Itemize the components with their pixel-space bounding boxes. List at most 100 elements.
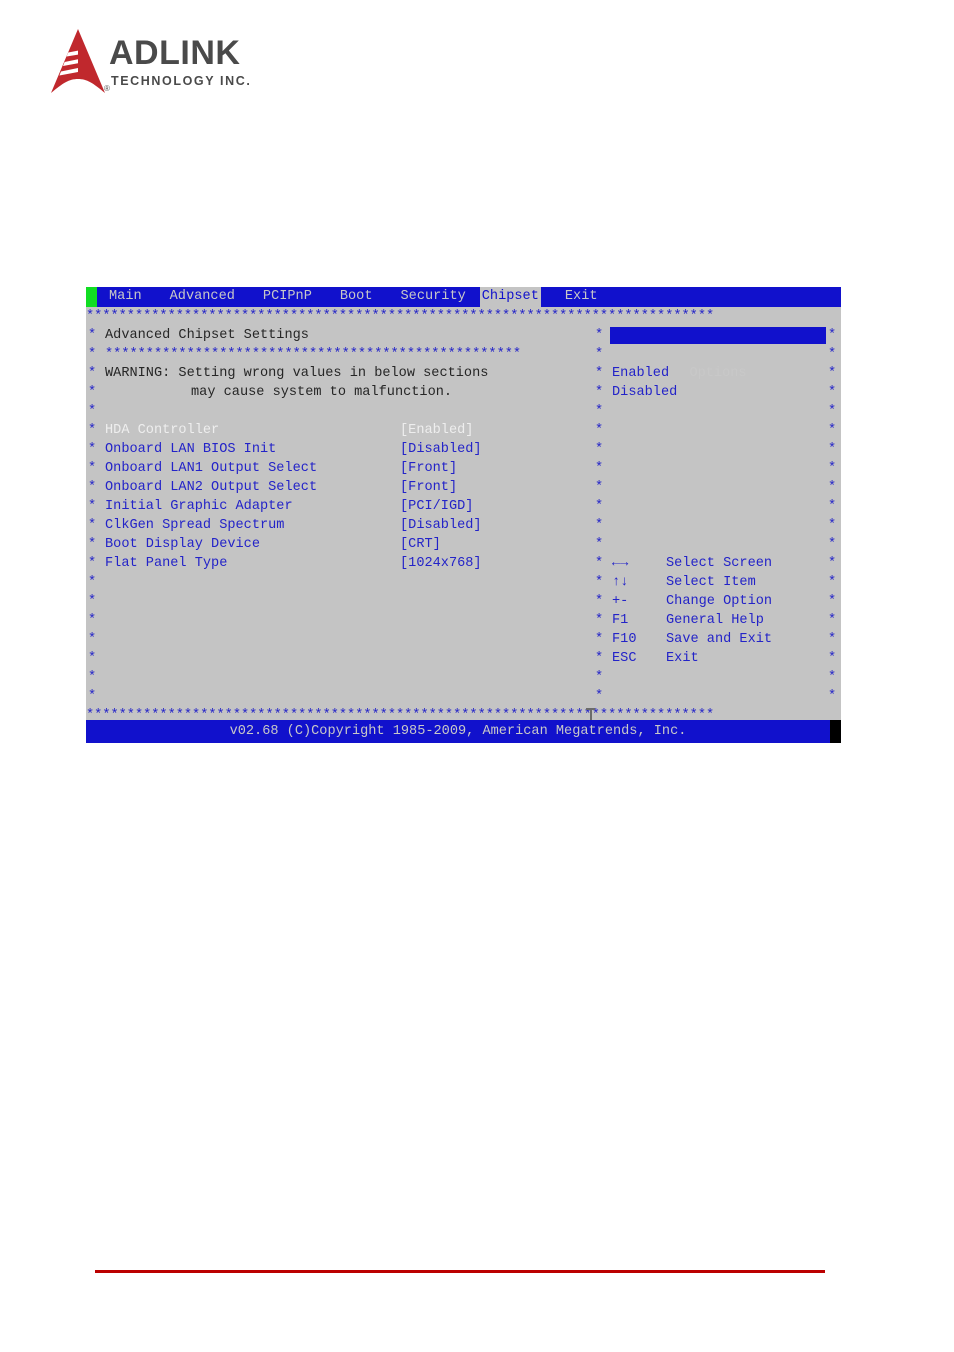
setting-value[interactable]: [Front] bbox=[400, 459, 457, 478]
border-star-mid: * bbox=[595, 499, 604, 514]
menu-cursor-marker bbox=[86, 287, 97, 307]
border-star-right: * bbox=[828, 366, 837, 381]
help-action: Save and Exit bbox=[666, 632, 773, 647]
setting-label: Onboard LAN1 Output Select bbox=[105, 461, 318, 476]
help-action: Select Item bbox=[666, 575, 756, 590]
bios-menu-bar: Main Advanced PCIPnP Boot Security Chips… bbox=[86, 287, 841, 307]
border-star-left: * bbox=[88, 442, 97, 457]
setting-label: Onboard LAN2 Output Select bbox=[105, 480, 318, 495]
border-star-right: * bbox=[828, 461, 837, 476]
setting-value[interactable]: [1024x768] bbox=[400, 554, 482, 573]
border-star-left: * bbox=[88, 632, 97, 647]
setting-row[interactable]: * ClkGen Spread Spectrum [Disabled] * * bbox=[86, 516, 841, 535]
menu-tab-boot[interactable]: Boot bbox=[326, 287, 387, 307]
help-key: +- bbox=[612, 594, 629, 609]
option-item-enabled[interactable]: Enabled bbox=[612, 364, 669, 383]
menu-tab-chipset[interactable]: Chipset bbox=[479, 287, 541, 307]
border-star-left: * bbox=[88, 347, 97, 362]
border-star-mid: * bbox=[595, 385, 604, 400]
border-star-mid: * bbox=[595, 670, 604, 685]
border-star-right: * bbox=[828, 499, 837, 514]
border-star-right: * bbox=[828, 480, 837, 495]
border-star-mid: * bbox=[595, 651, 604, 666]
menu-tab-main[interactable]: Main bbox=[97, 287, 156, 307]
setting-row[interactable]: * Initial Graphic Adapter [PCI/IGD] * * bbox=[86, 497, 841, 516]
help-key: ←→ bbox=[612, 556, 629, 571]
row-spacer: * * * bbox=[86, 402, 841, 421]
border-star-left: * bbox=[88, 461, 97, 476]
setting-label: HDA Controller bbox=[105, 423, 220, 438]
border-star-left: * bbox=[88, 385, 97, 400]
border-star-mid: * bbox=[595, 480, 604, 495]
help-key: F10 bbox=[612, 632, 637, 647]
border-star-left: * bbox=[88, 556, 97, 571]
setting-value[interactable]: [PCI/IGD] bbox=[400, 497, 473, 516]
border-star-right: * bbox=[828, 347, 837, 362]
options-panel-header: Options bbox=[610, 327, 826, 381]
menu-tab-pcipnp[interactable]: PCIPnP bbox=[249, 287, 326, 307]
help-legend-row: * * ↑↓ Select Item * bbox=[86, 573, 841, 592]
page-footer-rule bbox=[95, 1270, 825, 1273]
setting-row[interactable]: * Boot Display Device [CRT] * * bbox=[86, 535, 841, 554]
option-item-disabled[interactable]: Disabled bbox=[612, 383, 677, 402]
help-key: ESC bbox=[612, 651, 637, 666]
border-star-right: * bbox=[828, 328, 837, 343]
help-legend-row: * * F1 General Help * bbox=[86, 611, 841, 630]
warning-line-1: WARNING: Setting wrong values in below s… bbox=[105, 366, 489, 381]
border-star-mid: * bbox=[595, 404, 604, 419]
row-warning-2: * may cause system to malfunction. * Dis… bbox=[86, 383, 841, 402]
setting-value[interactable]: [Disabled] bbox=[400, 516, 482, 535]
border-star-mid: * bbox=[595, 347, 604, 362]
border-star-right: * bbox=[828, 423, 837, 438]
menu-tab-advanced[interactable]: Advanced bbox=[156, 287, 249, 307]
row-section-title: * Advanced Chipset Settings * Options * bbox=[86, 326, 841, 381]
border-star-mid: * bbox=[595, 575, 604, 590]
bios-footer: v02.68 (C)Copyright 1985-2009, American … bbox=[86, 720, 841, 743]
border-star-right: * bbox=[828, 689, 837, 704]
setting-row[interactable]: * Onboard LAN1 Output Select [Front] * * bbox=[86, 459, 841, 478]
border-star-right: * bbox=[828, 651, 837, 666]
adlink-logo-mark bbox=[47, 27, 109, 97]
border-star-mid: * bbox=[595, 366, 604, 381]
setting-row[interactable]: * Flat Panel Type [1024x768] * ←→ Select… bbox=[86, 554, 841, 573]
bios-content: * Advanced Chipset Settings * Options * … bbox=[86, 326, 841, 728]
help-action: Select Screen bbox=[666, 556, 773, 571]
border-star-left: * bbox=[88, 651, 97, 666]
border-star-left: * bbox=[88, 575, 97, 590]
help-action: Exit bbox=[666, 651, 699, 666]
border-star-right: * bbox=[828, 518, 837, 533]
adlink-logo: ® ADLINK TECHNOLOGY INC. bbox=[47, 27, 277, 99]
section-title: Advanced Chipset Settings bbox=[105, 328, 309, 343]
adlink-brand-name: ADLINK bbox=[109, 34, 241, 72]
border-star-mid: * bbox=[595, 328, 604, 343]
adlink-brand-tagline: TECHNOLOGY INC. bbox=[111, 74, 252, 88]
border-star-mid: * bbox=[595, 442, 604, 457]
setting-label: Initial Graphic Adapter bbox=[105, 499, 293, 514]
setting-value[interactable]: [CRT] bbox=[400, 535, 441, 554]
menu-tab-security[interactable]: Security bbox=[387, 287, 480, 307]
border-star-left: * bbox=[88, 366, 97, 381]
border-star-right: * bbox=[828, 575, 837, 590]
setting-value[interactable]: [Disabled] bbox=[400, 440, 482, 459]
border-star-right: * bbox=[828, 385, 837, 400]
border-star-mid: * bbox=[595, 594, 604, 609]
border-star-left: * bbox=[88, 423, 97, 438]
border-star-left: * bbox=[88, 689, 97, 704]
help-key: F1 bbox=[612, 613, 629, 628]
setting-row[interactable]: * Onboard LAN BIOS Init [Disabled] * * bbox=[86, 440, 841, 459]
bios-setup-screen: Main Advanced PCIPnP Boot Security Chips… bbox=[86, 287, 841, 743]
setting-value[interactable]: [Front] bbox=[400, 478, 457, 497]
help-action: Change Option bbox=[666, 594, 773, 609]
help-action: General Help bbox=[666, 613, 764, 628]
adlink-wordmark: ADLINK TECHNOLOGY INC. bbox=[109, 36, 279, 89]
menu-tab-exit[interactable]: Exit bbox=[541, 287, 612, 307]
border-star-left: * bbox=[88, 670, 97, 685]
setting-row[interactable]: * HDA Controller [Enabled] * * bbox=[86, 421, 841, 440]
setting-value[interactable]: [Enabled] bbox=[400, 421, 473, 440]
border-star-left: * bbox=[88, 499, 97, 514]
border-star-left: * bbox=[88, 328, 97, 343]
border-star-right: * bbox=[828, 556, 837, 571]
setting-row[interactable]: * Onboard LAN2 Output Select [Front] * * bbox=[86, 478, 841, 497]
border-star-left: * bbox=[88, 518, 97, 533]
border-star-right: * bbox=[828, 404, 837, 419]
